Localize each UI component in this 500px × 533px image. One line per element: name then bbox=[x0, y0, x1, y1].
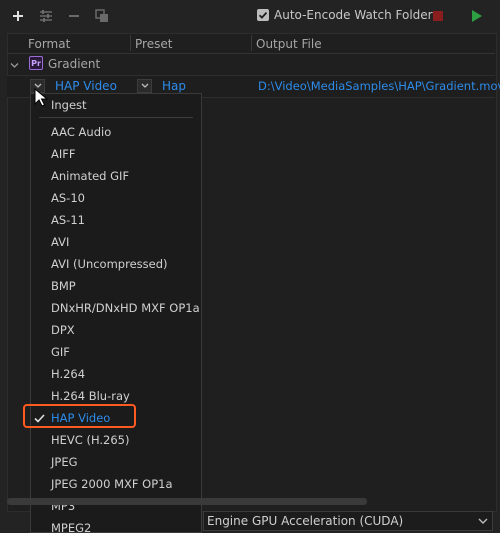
menu-separator bbox=[39, 117, 193, 118]
menu-item[interactable]: MPEG2 bbox=[31, 517, 201, 532]
horizontal-scrollbar[interactable] bbox=[7, 498, 367, 505]
menu-item[interactable]: JPEG 2000 MXF OP1a bbox=[31, 473, 201, 495]
column-header-format[interactable]: Format bbox=[28, 37, 70, 51]
menu-item[interactable]: JPEG bbox=[31, 451, 201, 473]
menu-item[interactable]: AVI bbox=[31, 231, 201, 253]
queue-group-name: Gradient bbox=[48, 57, 101, 71]
menu-item-ingest[interactable]: Ingest bbox=[31, 94, 201, 116]
menu-item[interactable]: GIF bbox=[31, 341, 201, 363]
chevron-down-icon[interactable] bbox=[10, 59, 19, 73]
column-separator bbox=[251, 35, 252, 51]
selection-highlight-box bbox=[23, 404, 136, 428]
preset-link[interactable]: Hap bbox=[162, 79, 186, 93]
output-file-link[interactable]: D:\Video\MediaSamples\HAP\Gradient.mov bbox=[258, 79, 500, 93]
menu-item[interactable]: H.264 bbox=[31, 363, 201, 385]
menu-item[interactable]: Animated GIF bbox=[31, 165, 201, 187]
column-separator bbox=[130, 35, 131, 51]
auto-encode-checkbox[interactable] bbox=[257, 9, 269, 21]
mouse-cursor-icon bbox=[34, 88, 48, 107]
column-header-output[interactable]: Output File bbox=[256, 37, 322, 51]
menu-item[interactable]: DPX bbox=[31, 319, 201, 341]
auto-encode-label: Auto-Encode Watch Folders bbox=[274, 8, 439, 22]
menu-item[interactable]: DNxHR/DNxHD MXF OP1a bbox=[31, 297, 201, 319]
settings-sliders-icon[interactable] bbox=[36, 6, 56, 26]
add-source-icon[interactable] bbox=[8, 6, 28, 26]
duplicate-icon[interactable] bbox=[92, 6, 112, 26]
menu-item[interactable]: AS-11 bbox=[31, 209, 201, 231]
stop-queue-icon[interactable] bbox=[428, 6, 448, 26]
column-header-preset[interactable]: Preset bbox=[135, 37, 172, 51]
menu-item[interactable]: AS-10 bbox=[31, 187, 201, 209]
menu-item[interactable]: AAC Audio bbox=[31, 121, 201, 143]
renderer-value: Engine GPU Acceleration (CUDA) bbox=[207, 514, 404, 528]
chevron-down-icon bbox=[478, 518, 488, 524]
premiere-pro-icon: Pr bbox=[29, 56, 43, 70]
format-link[interactable]: HAP Video bbox=[55, 79, 117, 93]
format-dropdown-menu: Ingest AAC Audio AIFF Animated GIF AS-10… bbox=[30, 93, 202, 533]
start-queue-icon[interactable] bbox=[466, 6, 486, 26]
menu-item[interactable]: BMP bbox=[31, 275, 201, 297]
remove-icon[interactable] bbox=[64, 6, 84, 26]
menu-item[interactable]: AIFF bbox=[31, 143, 201, 165]
renderer-select[interactable]: Engine GPU Acceleration (CUDA) bbox=[203, 511, 493, 531]
menu-item[interactable]: AVI (Uncompressed) bbox=[31, 253, 201, 275]
preset-dropdown-button[interactable] bbox=[137, 79, 152, 93]
menu-item[interactable]: HEVC (H.265) bbox=[31, 429, 201, 451]
